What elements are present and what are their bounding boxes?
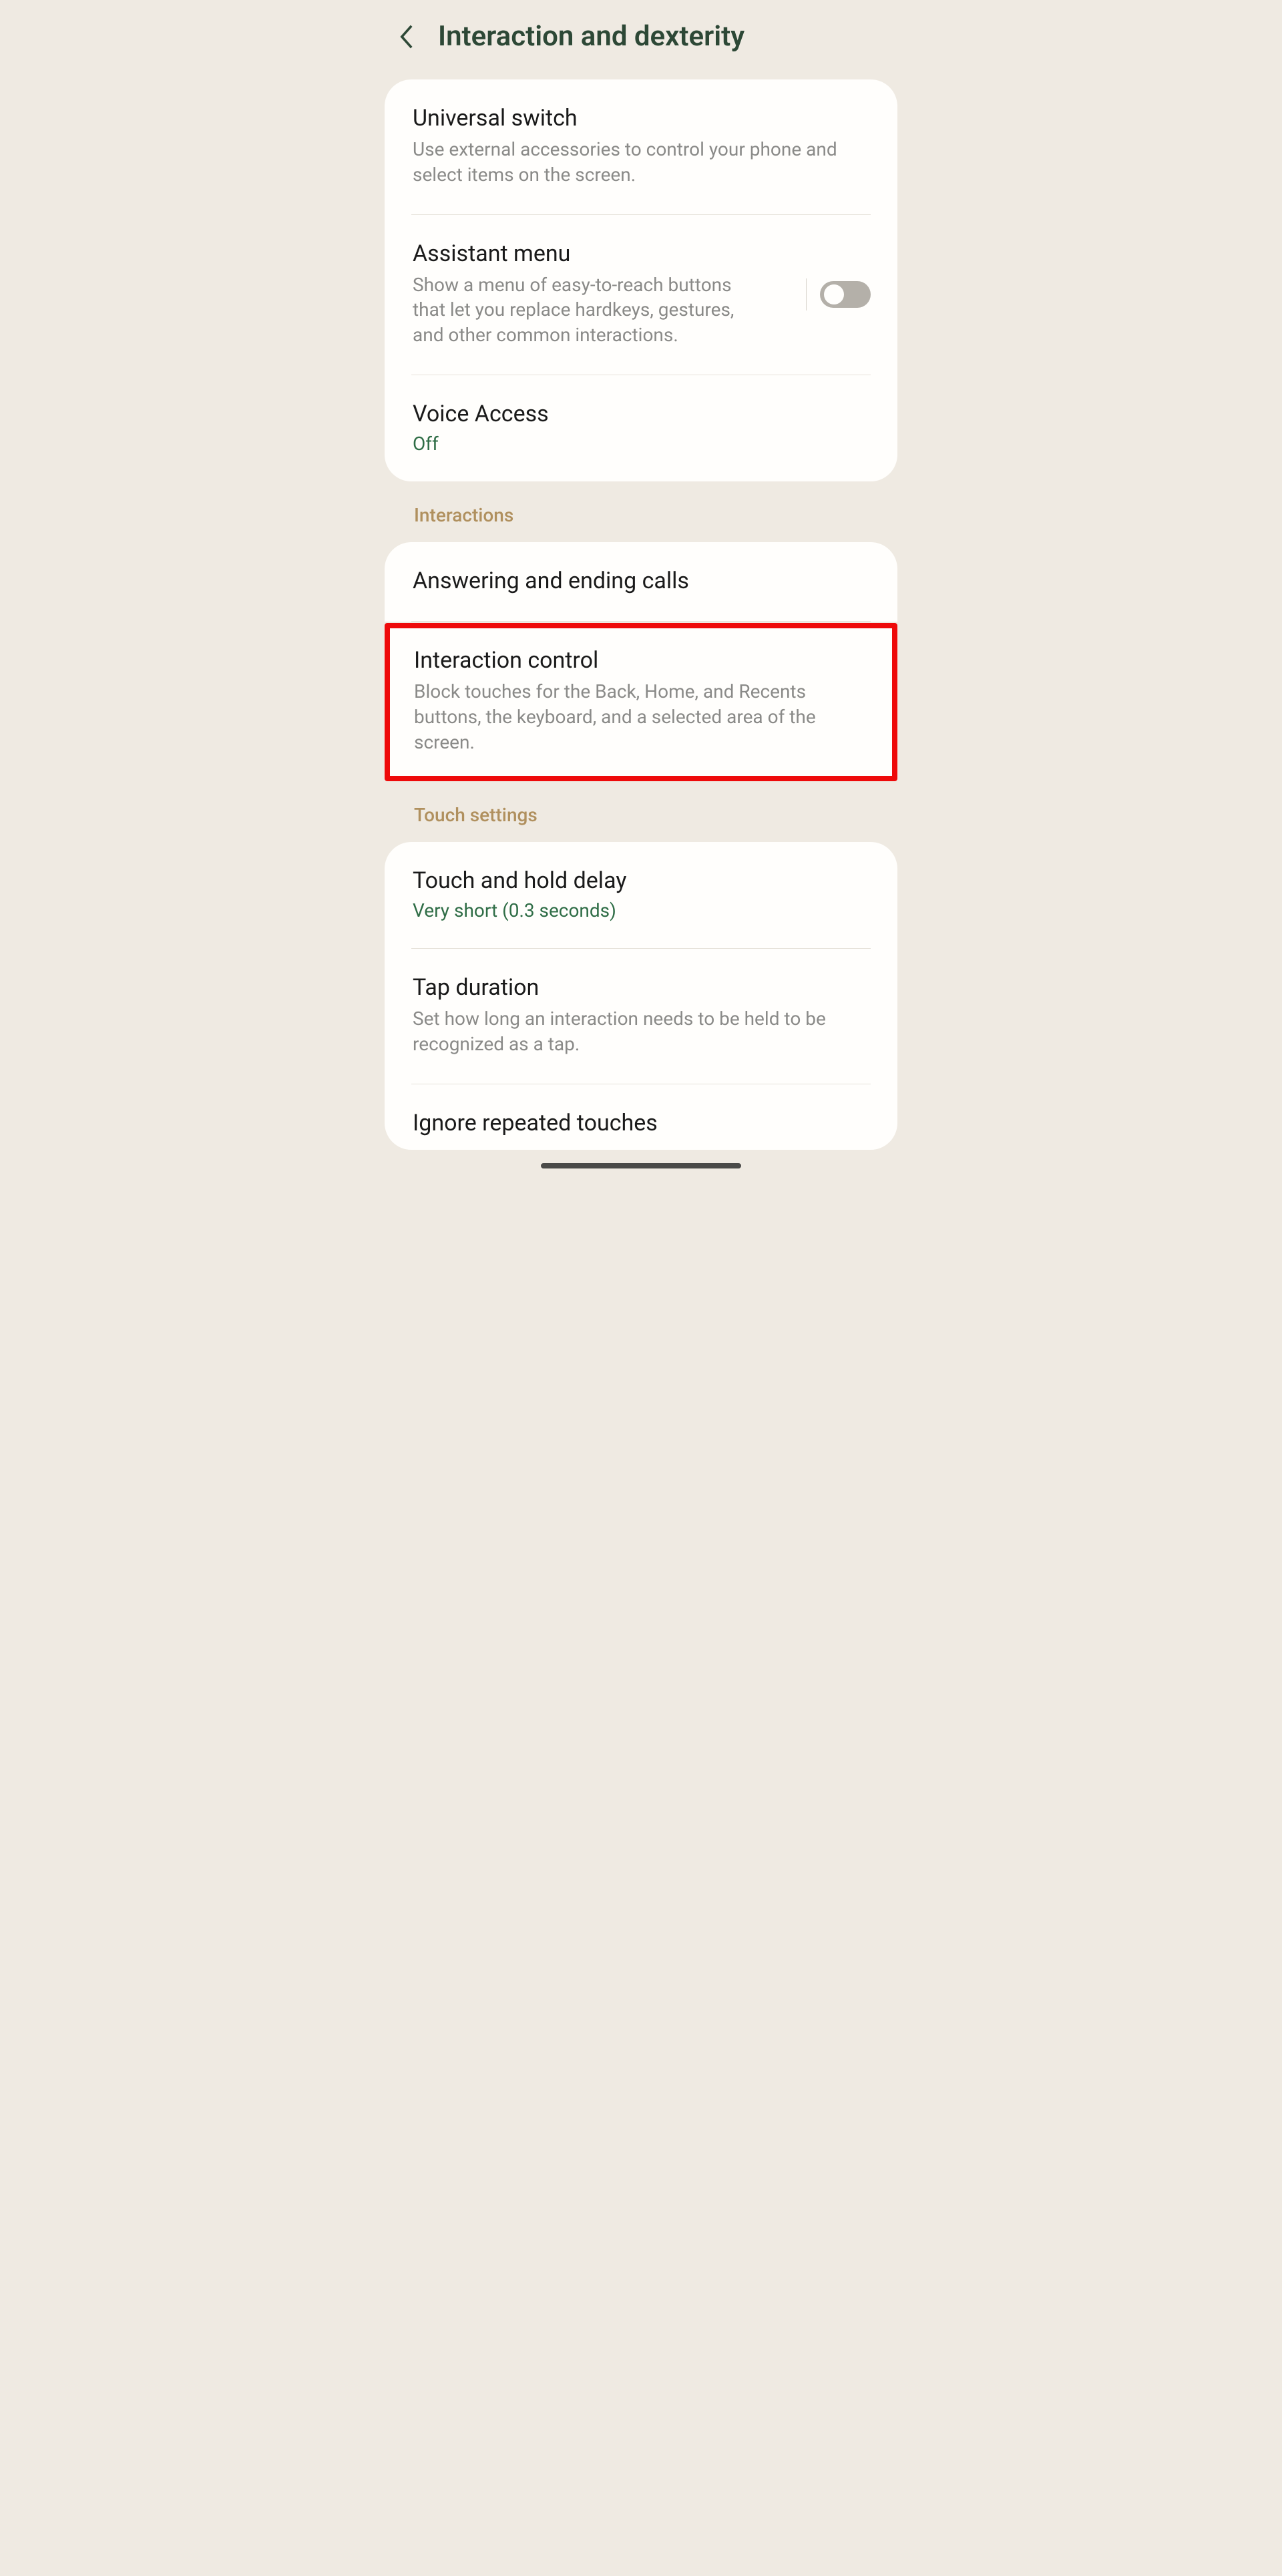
row-status: Very short (0.3 seconds) (413, 899, 869, 921)
highlight-box: Interaction control Block touches for th… (385, 623, 897, 781)
row-title: Voice Access (413, 401, 869, 427)
row-title: Tap duration (413, 974, 869, 1001)
row-title: Touch and hold delay (413, 867, 869, 894)
assistant-menu-toggle[interactable] (820, 281, 871, 308)
section-touch-settings: Touch settings (381, 781, 901, 842)
section-interactions: Interactions (381, 481, 901, 542)
row-universal-switch[interactable]: Universal switch Use external accessorie… (385, 79, 897, 214)
row-status: Off (413, 433, 869, 455)
row-tap-duration[interactable]: Tap duration Set how long an interaction… (385, 949, 897, 1084)
back-icon[interactable] (394, 24, 419, 49)
row-title: Answering and ending calls (413, 568, 869, 594)
toggle-knob (824, 284, 844, 304)
toggle-container (806, 278, 871, 310)
row-answering-calls[interactable]: Answering and ending calls (385, 542, 897, 621)
divider (411, 621, 871, 622)
row-title: Assistant menu (413, 240, 763, 267)
row-assistant-menu[interactable]: Assistant menu Show a menu of easy-to-re… (385, 215, 897, 375)
row-voice-access[interactable]: Voice Access Off (385, 375, 897, 481)
row-desc: Show a menu of easy-to-reach buttons tha… (413, 272, 763, 348)
row-desc: Block touches for the Back, Home, and Re… (414, 679, 868, 755)
row-desc: Use external accessories to control your… (413, 137, 869, 188)
row-desc: Set how long an interaction needs to be … (413, 1006, 869, 1057)
row-title: Ignore repeated touches (413, 1110, 869, 1136)
row-touch-hold-delay[interactable]: Touch and hold delay Very short (0.3 sec… (385, 842, 897, 948)
row-interaction-control[interactable]: Interaction control Block touches for th… (390, 628, 892, 776)
row-title: Universal switch (413, 105, 869, 132)
row-title: Interaction control (414, 647, 868, 674)
row-ignore-repeated[interactable]: Ignore repeated touches (385, 1084, 897, 1150)
page-title: Interaction and dexterity (438, 20, 744, 53)
settings-group-2: Answering and ending calls (385, 542, 897, 622)
settings-group-1: Universal switch Use external accessorie… (385, 79, 897, 481)
home-indicator[interactable] (541, 1163, 741, 1168)
vertical-divider (806, 278, 807, 310)
header-bar: Interaction and dexterity (381, 0, 901, 79)
settings-group-3: Touch and hold delay Very short (0.3 sec… (385, 842, 897, 1150)
